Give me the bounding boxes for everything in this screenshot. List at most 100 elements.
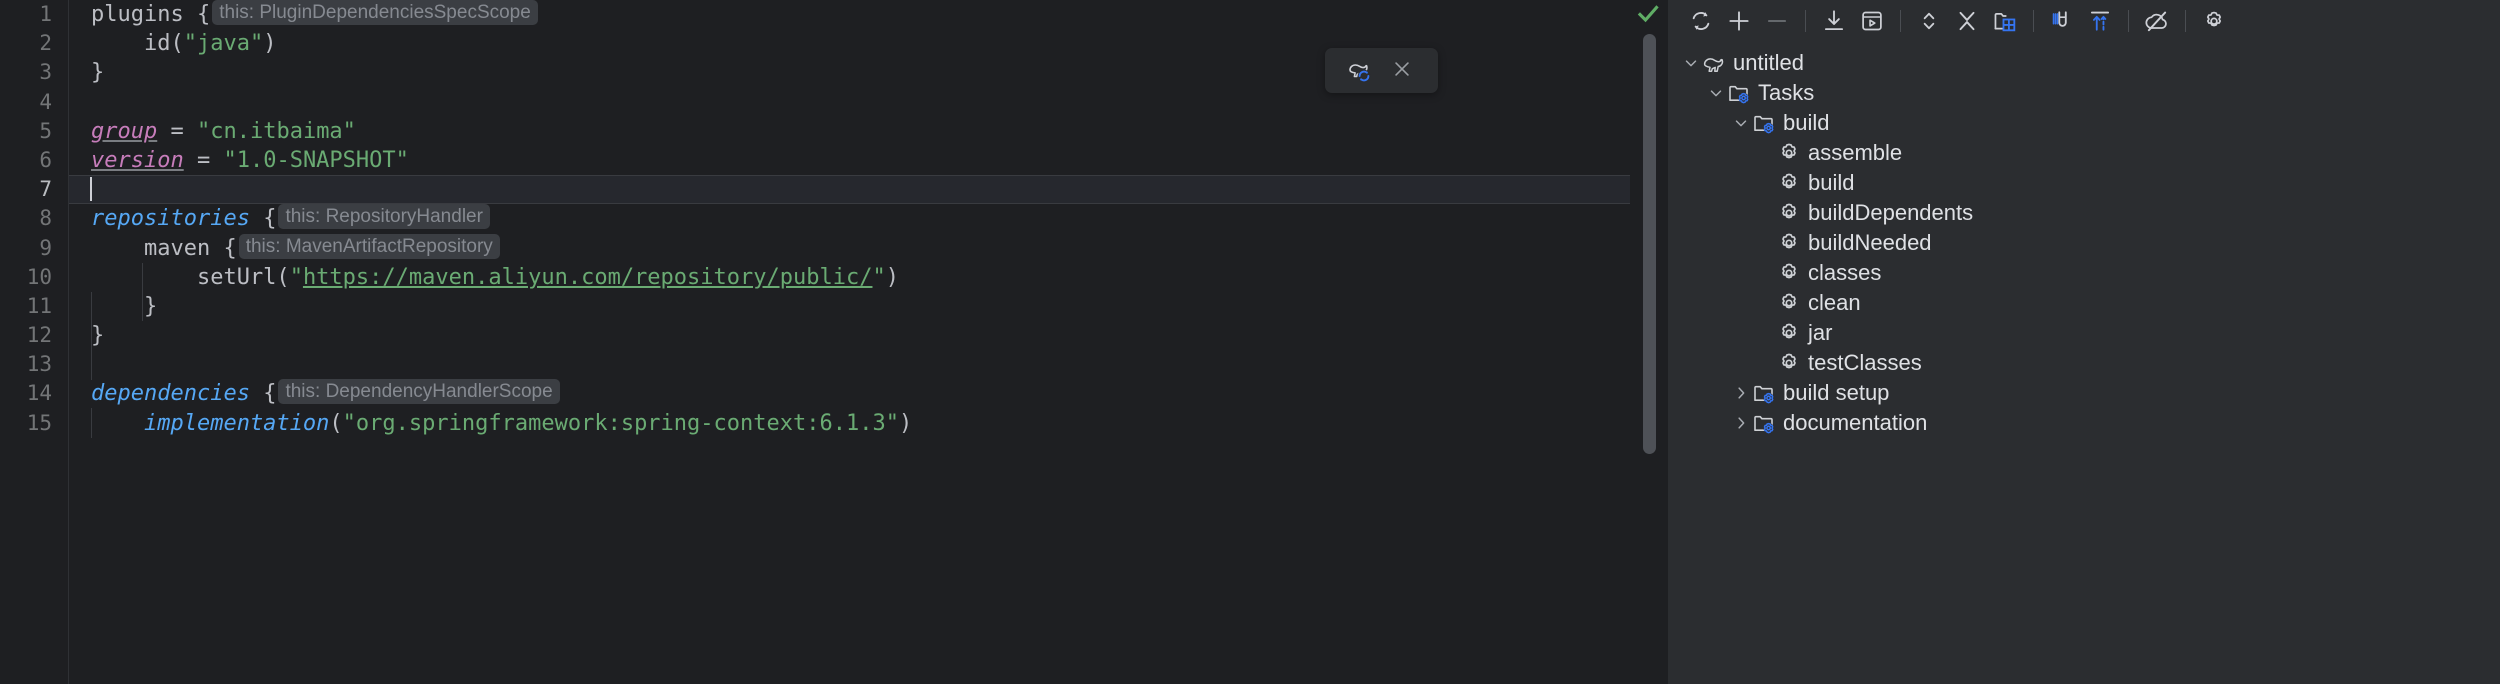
code-line[interactable] bbox=[69, 350, 1668, 379]
gradle-settings-button[interactable] bbox=[2195, 3, 2233, 39]
tree-node-label: build bbox=[1783, 110, 1830, 135]
indent-guide bbox=[91, 292, 92, 380]
chevron-right-icon[interactable] bbox=[1730, 382, 1752, 404]
tree-row-untitled[interactable]: untitled bbox=[1668, 48, 2500, 78]
tree-row-classes[interactable]: classes bbox=[1668, 258, 2500, 288]
code-token: { bbox=[249, 381, 277, 407]
editor-scrollbar-thumb[interactable] bbox=[1643, 34, 1656, 454]
tree-row-build[interactable]: build bbox=[1668, 108, 2500, 138]
code-token: maven { bbox=[91, 235, 237, 261]
tree-row-build-setup[interactable]: build setup bbox=[1668, 378, 2500, 408]
collapse-all-icon bbox=[1954, 8, 1980, 34]
sync-button[interactable] bbox=[2081, 3, 2119, 39]
open-gradle-config-button[interactable] bbox=[1986, 3, 2024, 39]
gear-icon bbox=[2201, 8, 2227, 34]
refresh-icon bbox=[1688, 8, 1714, 34]
inlay-hint[interactable]: this: PluginDependenciesSpecScope bbox=[212, 0, 538, 25]
code-line[interactable] bbox=[69, 175, 1668, 205]
tree-row-tasks[interactable]: Tasks bbox=[1668, 78, 2500, 108]
line-number: 11 bbox=[26, 293, 52, 318]
code-token: https://maven.aliyun.com/repository/publ… bbox=[302, 264, 873, 290]
toggle-tasks-button[interactable] bbox=[2043, 3, 2081, 39]
code-token: ) bbox=[263, 31, 277, 57]
code-token: version bbox=[91, 147, 184, 173]
tree-node-label: documentation bbox=[1783, 410, 1928, 435]
inlay-hint[interactable]: this: RepositoryHandler bbox=[278, 204, 490, 230]
run-task-button[interactable] bbox=[1853, 3, 1891, 39]
gradle-task-tree[interactable]: untitled Tasks build assemble build buildDepe… bbox=[1668, 42, 2500, 438]
code-line[interactable]: plugins {this: PluginDependenciesSpecSco… bbox=[69, 0, 1668, 29]
gradle-reload-widget[interactable] bbox=[1325, 48, 1438, 93]
gradle-toolbar[interactable] bbox=[1668, 0, 2500, 42]
inlay-hint[interactable]: this: DependencyHandlerScope bbox=[278, 379, 560, 405]
editor-code-area[interactable]: plugins {this: PluginDependenciesSpecSco… bbox=[68, 0, 1668, 684]
tree-row-build[interactable]: build bbox=[1668, 168, 2500, 198]
line-number: 2 bbox=[39, 31, 52, 56]
code-line[interactable]: version = "1.0-SNAPSHOT" bbox=[69, 146, 1668, 175]
collapse-all-button[interactable] bbox=[1948, 3, 1986, 39]
tree-node-label: assemble bbox=[1808, 140, 1903, 165]
code-editor[interactable]: 1 2 3 4 5 6 7 8 9 10 11 12 13 14 15 plugins {this: Plu… bbox=[0, 0, 1668, 684]
gradle-reload-icon[interactable] bbox=[1347, 58, 1373, 84]
checkmark-icon[interactable] bbox=[1636, 2, 1660, 26]
code-token: "org.springframework:spring-context:6.1.… bbox=[342, 410, 899, 436]
code-line[interactable]: } bbox=[69, 292, 1668, 321]
code-line[interactable]: group = "cn.itbaima" bbox=[69, 117, 1668, 146]
gear-task-icon bbox=[1777, 171, 1801, 195]
tree-row-documentation[interactable]: documentation bbox=[1668, 408, 2500, 438]
offline-mode-button[interactable] bbox=[2138, 3, 2176, 39]
add-button[interactable] bbox=[1720, 3, 1758, 39]
code-token: " bbox=[289, 264, 303, 290]
gear-task-icon bbox=[1777, 291, 1801, 315]
code-token: { bbox=[249, 206, 277, 232]
code-token: } bbox=[91, 323, 105, 349]
close-icon[interactable] bbox=[1391, 58, 1417, 84]
code-token: "1.0-SNAPSHOT" bbox=[223, 147, 409, 173]
tree-row-testclasses[interactable]: testClasses bbox=[1668, 348, 2500, 378]
remove-button[interactable] bbox=[1758, 3, 1796, 39]
tree-row-jar[interactable]: jar bbox=[1668, 318, 2500, 348]
code-line[interactable]: repositories {this: RepositoryHandler bbox=[69, 204, 1668, 233]
code-line[interactable]: } bbox=[69, 321, 1668, 350]
code-line[interactable]: dependencies {this: DependencyHandlerSco… bbox=[69, 379, 1668, 408]
editor-scrollbar[interactable] bbox=[1643, 34, 1656, 684]
tree-row-builddependents[interactable]: buildDependents bbox=[1668, 198, 2500, 228]
chevron-down-icon[interactable] bbox=[1730, 112, 1752, 134]
line-number: 1 bbox=[39, 2, 52, 26]
code-token: ) bbox=[898, 410, 913, 436]
expand-collapse-icon bbox=[1916, 8, 1942, 34]
download-sources-button[interactable] bbox=[1815, 3, 1853, 39]
code-line[interactable]: implementation("org.springframework:spri… bbox=[69, 409, 1668, 438]
toolbar-separator bbox=[1900, 10, 1901, 32]
code-token: = bbox=[183, 147, 224, 173]
magnet-icon bbox=[2049, 8, 2075, 34]
code-token: implementation bbox=[91, 410, 330, 436]
indent-guide bbox=[142, 263, 143, 321]
editor-right-strip bbox=[1630, 0, 1668, 684]
cloud-off-icon bbox=[2144, 8, 2170, 34]
reload-all-gradle-projects-button[interactable] bbox=[1682, 3, 1720, 39]
editor-gutter[interactable]: 1 2 3 4 5 6 7 8 9 10 11 12 13 14 15 bbox=[0, 0, 68, 684]
tree-node-label: testClasses bbox=[1808, 350, 1922, 375]
line-number: 12 bbox=[26, 323, 52, 348]
gradle-tool-window[interactable]: untitled Tasks build assemble build buildDepe… bbox=[1668, 0, 2500, 684]
tree-row-buildneeded[interactable]: buildNeeded bbox=[1668, 228, 2500, 258]
chevron-down-icon[interactable] bbox=[1705, 82, 1727, 104]
folder-gear-icon bbox=[1727, 81, 1751, 105]
code-line[interactable]: maven {this: MavenArtifactRepository bbox=[69, 233, 1668, 263]
tree-row-assemble[interactable]: assemble bbox=[1668, 138, 2500, 168]
code-token: } bbox=[91, 60, 105, 86]
tree-node-label: build bbox=[1808, 170, 1855, 195]
ide-window: 1 2 3 4 5 6 7 8 9 10 11 12 13 14 15 plugins {this: Plu… bbox=[0, 0, 2500, 684]
code-line[interactable]: setUrl("https://maven.aliyun.com/reposit… bbox=[69, 263, 1668, 292]
line-number: 3 bbox=[39, 60, 52, 85]
tree-row-clean[interactable]: clean bbox=[1668, 288, 2500, 318]
indent-guide bbox=[91, 408, 92, 438]
expand-collapse-button[interactable] bbox=[1910, 3, 1948, 39]
inlay-hint[interactable]: this: MavenArtifactRepository bbox=[238, 233, 500, 259]
chevron-down-icon[interactable] bbox=[1680, 52, 1702, 74]
chevron-right-icon[interactable] bbox=[1730, 412, 1752, 434]
